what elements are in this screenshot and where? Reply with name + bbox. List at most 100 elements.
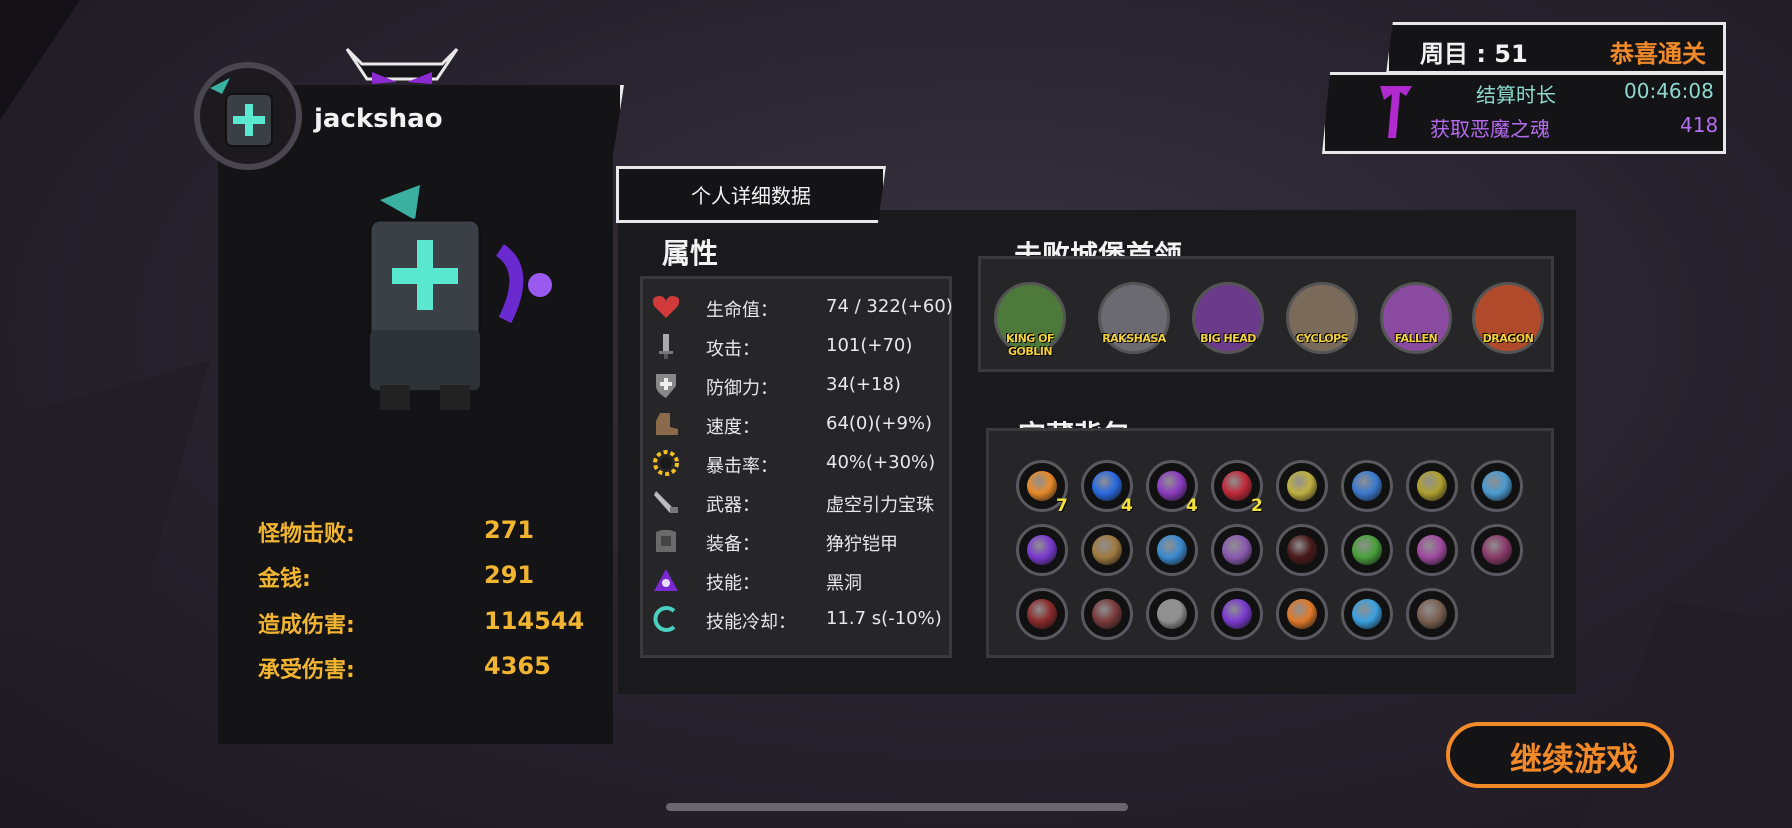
attr-row-skill: 技能： 黑洞 [648,563,948,597]
attr-label: 防御力： [706,378,778,399]
purple-lightning-icon[interactable] [1016,524,1068,576]
attr-row-weapon: 武器： 虚空引力宝珠 [648,485,948,519]
moon-icon [1476,740,1492,772]
attr-value: 74 / 322(+60) [826,296,953,317]
knight-character-icon [368,185,552,410]
attr-row-speed: 速度： 64(0)(+9%) [648,407,948,441]
purple-blade-icon[interactable] [1211,588,1263,640]
fire-swirl-icon[interactable] [1276,588,1328,640]
monsters-defeated-value: 271 [484,516,535,544]
attr-row-cooldown: 技能冷却： 11.7 s(-10%) [648,602,948,636]
item-art [1222,471,1252,501]
attr-value: 狰狞铠甲 [826,534,898,555]
backpack-icon[interactable] [1081,524,1133,576]
item-art [1287,535,1317,565]
gold-idol-icon[interactable] [1406,460,1458,512]
damage-taken-label: 承受伤害: [258,658,355,683]
demon-horns-icon [345,47,459,84]
demon-mask-icon[interactable] [1406,524,1458,576]
attr-label: 装备： [706,534,760,555]
dark-orb-icon[interactable] [1276,524,1328,576]
item-count: 4 [1121,496,1133,516]
boot-icon [656,413,678,435]
attr-value: 64(0)(+9%) [826,413,933,434]
soul-label: 获取恶魔之魂 [1430,117,1550,141]
item-art [1222,535,1252,565]
item-art [1352,599,1382,629]
attributes-title: 属性 [662,237,719,270]
treasure-bag-box [986,428,1554,658]
ice-star-icon[interactable] [1341,588,1393,640]
home-indicator[interactable] [666,803,1128,811]
stone-egg-icon[interactable] [1406,588,1458,640]
skill-icon [654,569,678,591]
item-art [1092,471,1122,501]
item-art [1417,599,1447,629]
money-label: 金钱: [258,567,311,592]
item-art [1352,535,1382,565]
item-art [1027,471,1057,501]
boss-label: FALLEN [1394,332,1438,345]
cooldown-icon [653,606,676,632]
item-art [1157,535,1187,565]
boss-label: CYCLOPS [1295,332,1349,345]
background-shard [1580,600,1792,828]
item-art [1092,535,1122,565]
gold-rune-icon[interactable] [1276,460,1328,512]
attr-value: 34(+18) [826,374,901,395]
attr-value: 40%(+30%) [826,452,936,473]
item-count: 2 [1251,496,1263,516]
attr-label: 技能冷却： [706,612,796,633]
blue-eye-icon[interactable] [1146,524,1198,576]
clear-text: 恭喜通关 [1610,40,1706,68]
damage-dealt-value: 114544 [484,607,585,635]
brown-beast-icon[interactable] [1081,588,1133,640]
item-art [1027,599,1057,629]
item-art [1482,535,1512,565]
silver-helm-icon[interactable] [1146,588,1198,640]
continue-label: 继续游戏 [1510,740,1639,778]
time-value: 00:46:08 [1624,79,1714,103]
tab-personal-details[interactable]: 个人详细数据 [616,166,886,223]
attr-label: 生命值： [706,300,778,321]
wing-boot-icon[interactable] [1471,460,1523,512]
background-shard [0,360,210,660]
green-potion-icon[interactable] [1341,524,1393,576]
blue-potion-icon[interactable] [1341,460,1393,512]
item-art [1157,471,1187,501]
red-skull-icon[interactable] [1016,588,1068,640]
attr-value: 虚空引力宝珠 [826,495,934,516]
attr-label: 武器： [706,495,760,516]
purple-horn-icon[interactable] [1211,524,1263,576]
sword-icon [659,334,673,359]
attr-label: 速度： [706,417,760,438]
attr-row-crit: 暴击率： 40%(+30%) [648,446,948,480]
purple-claw-icon[interactable] [1471,524,1523,576]
boss-label: RAKSHASA [1102,332,1166,345]
attr-label: 攻击： [706,339,760,360]
player-name: jackshao [314,104,443,134]
item-art [1157,599,1187,629]
armor-icon [656,530,676,552]
attr-row-defense: 防御力： 34(+18) [648,368,948,402]
attr-label: 技能： [706,573,760,594]
item-count: 4 [1186,496,1198,516]
avatar [194,62,302,170]
sun-icon [653,450,679,476]
heart-icon [652,296,680,318]
item-art [1222,599,1252,629]
monsters-defeated-label: 怪物击败: [258,522,355,547]
attr-label: 暴击率： [706,456,778,477]
boss-label: KING OF GOBLIN [1005,332,1055,358]
weapon-icon [654,491,678,513]
money-value: 291 [484,561,535,589]
boss-label: BIG HEAD [1200,332,1256,345]
item-art [1352,471,1382,501]
item-art [1482,471,1512,501]
item-art [1417,535,1447,565]
item-count: 7 [1056,496,1068,516]
damage-dealt-label: 造成伤害: [258,613,355,638]
cycle-label: 周目 : 51 [1420,40,1528,68]
item-art [1417,471,1447,501]
item-art [1287,471,1317,501]
